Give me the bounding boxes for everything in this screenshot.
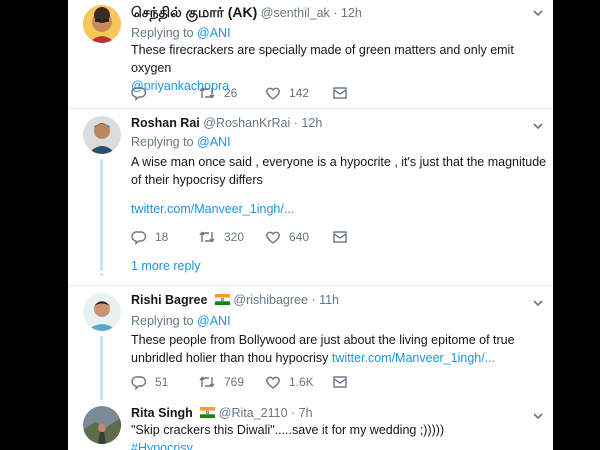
message-button[interactable] [332,227,348,247]
retweet-count: 26 [224,86,238,100]
message-icon [333,376,347,388]
thread-dots [100,259,103,280]
reply-button[interactable] [131,83,147,103]
author-handle[interactable]: @RoshanKrRai [203,116,290,130]
replying-to: Replying to @ANI [131,26,231,40]
india-flag-icon [214,294,230,305]
like-button[interactable]: 640 [265,227,309,247]
reply-icon [131,87,147,101]
tweet-time[interactable]: 7h [299,406,313,420]
replying-to: Replying to @ANI [131,135,231,149]
like-count: 640 [289,230,310,244]
retweet-button[interactable]: 26 [198,83,237,103]
tweet-rishi[interactable]: Rishi Bagree @rishibagree · 11h Replying… [68,286,553,400]
like-icon [266,376,280,389]
message-icon [333,231,347,243]
tweet-rita[interactable]: Rita Singh @Rita_2110 · 7h "Skip cracker… [68,400,553,450]
author-handle[interactable]: @Rita_2110 [219,406,288,420]
author-name[interactable]: Rishi Bagree [131,293,207,307]
tweet-actions: 18 320 640 [131,227,431,247]
author-handle[interactable]: @rishibagree [233,293,308,307]
india-flag-icon [200,407,216,418]
tweet-time[interactable]: 12h [301,116,322,130]
tweet-time[interactable]: 12h [341,6,362,20]
chevron-down-icon[interactable] [531,296,545,310]
message-button[interactable] [332,83,348,103]
tweet-link[interactable]: twitter.com/Manveer_1ingh/... [332,351,495,365]
avatar[interactable] [83,293,121,331]
replying-to: Replying to @ANI [131,314,231,328]
retweet-button[interactable]: 769 [198,372,244,392]
reply-button[interactable]: 18 [131,227,168,247]
retweet-icon [199,87,215,99]
like-icon [266,231,280,244]
tweet-actions: 26 142 [131,83,431,103]
tweet-header: செந்தில் குமார் (AK) @senthil_ak · 12h [131,4,362,20]
more-replies-link[interactable]: 1 more reply [131,259,200,273]
reply-button[interactable]: 51 [131,372,168,392]
chevron-down-icon[interactable] [531,6,545,20]
reply-icon [131,231,147,245]
tweet-header: Rita Singh @Rita_2110 · 7h [131,406,313,420]
tweet-link[interactable]: twitter.com/Manveer_1ingh/... [131,200,549,218]
avatar[interactable] [83,406,121,444]
hashtag-link[interactable]: #Hypocrisy [131,439,549,450]
tweet-time[interactable]: 11h [319,293,339,307]
author-name[interactable]: செந்தில் குமார் (AK) [131,4,257,20]
tweet-thread: செந்தில் குமார் (AK) @senthil_ak · 12h R… [68,0,553,450]
like-count: 1.6K [289,375,314,389]
avatar[interactable] [83,116,121,154]
tweet-text: "Skip crackers this Diwali".....save it … [131,421,549,450]
reply-mention-link[interactable]: @ANI [197,26,231,40]
retweet-count: 769 [224,375,245,389]
like-button[interactable]: 1.6K [265,372,314,392]
author-handle[interactable]: @senthil_ak [261,6,330,20]
tweet-senthil[interactable]: செந்தில் குமார் (AK) @senthil_ak · 12h R… [68,0,553,108]
like-icon [266,87,280,100]
message-button[interactable] [332,372,348,392]
chevron-down-icon[interactable] [531,119,545,133]
retweet-button[interactable]: 320 [198,227,244,247]
thread-line [100,159,103,271]
retweet-count: 320 [224,230,245,244]
author-name[interactable]: Rita Singh [131,406,193,420]
tweet-header: Rishi Bagree @rishibagree · 11h [131,293,339,307]
like-button[interactable]: 142 [265,83,309,103]
message-icon [333,87,347,99]
tweet-actions: 51 769 1.6K [131,372,431,392]
tweet-roshan[interactable]: Roshan Rai @RoshanKrRai · 12h Replying t… [68,109,553,285]
reply-mention-link[interactable]: @ANI [197,135,231,149]
retweet-icon [199,376,215,388]
reply-count: 18 [155,230,169,244]
reply-mention-link[interactable]: @ANI [197,314,231,328]
author-name[interactable]: Roshan Rai [131,116,200,130]
reply-count: 51 [155,375,169,389]
like-count: 142 [289,86,310,100]
tweet-text: A wise man once said , everyone is a hyp… [131,153,549,218]
reply-icon [131,376,147,390]
avatar[interactable] [83,5,121,43]
tweet-header: Roshan Rai @RoshanKrRai · 12h [131,116,323,130]
retweet-icon [199,231,215,243]
thread-line [100,336,103,400]
tweet-text: These people from Bollywood are just abo… [131,333,515,365]
